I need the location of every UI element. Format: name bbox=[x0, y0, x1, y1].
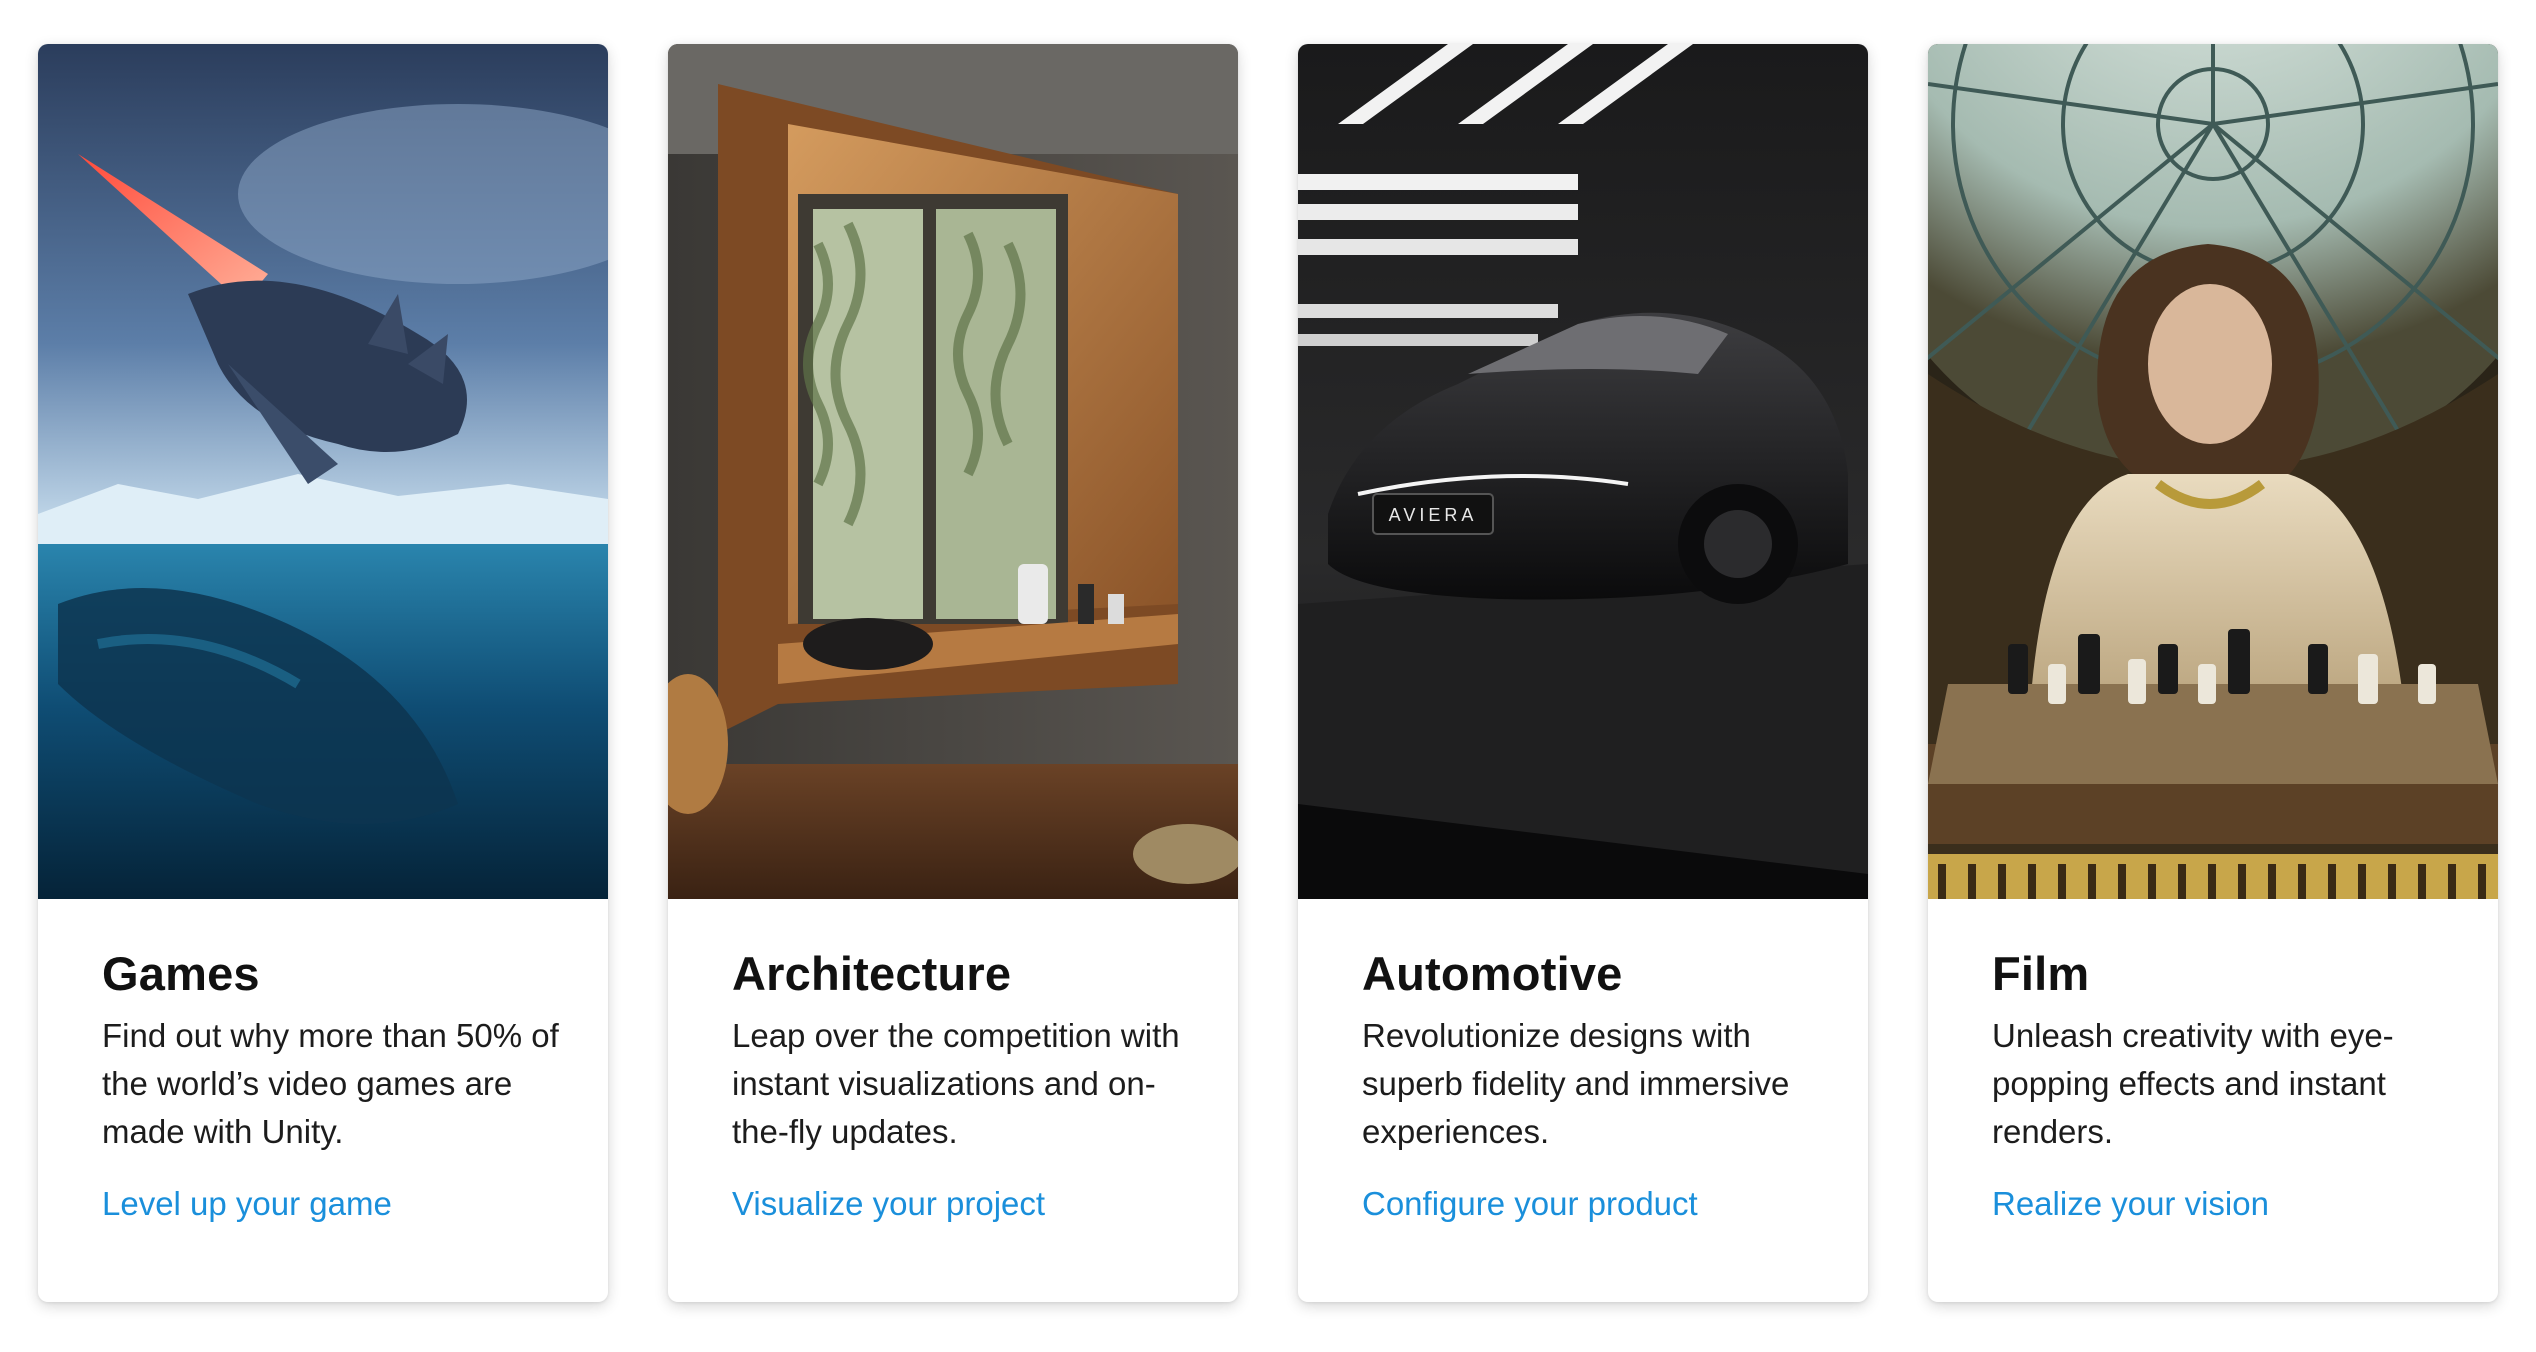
aviera-logo-text: AVIERA bbox=[1389, 505, 1478, 525]
card-description: Revolutionize designs with superb fideli… bbox=[1362, 1017, 1790, 1150]
card-title: Automotive bbox=[1362, 947, 1623, 1000]
card-title: Architecture bbox=[732, 947, 1012, 1000]
card-architecture[interactable]: Architecture Leap over the competition w… bbox=[668, 44, 1238, 1302]
card-link-level-up[interactable]: Level up your game bbox=[102, 1180, 392, 1228]
card-body: Film Unleash creativity with eye-popping… bbox=[1992, 944, 2452, 1228]
card-link-configure[interactable]: Configure your product bbox=[1362, 1180, 1698, 1228]
card-body: Architecture Leap over the competition w… bbox=[732, 944, 1192, 1228]
card-games[interactable]: Games Find out why more than 50% of the … bbox=[38, 44, 608, 1302]
automotive-image: AVIERA bbox=[1298, 44, 1868, 899]
card-title: Games bbox=[102, 947, 260, 1000]
games-image bbox=[38, 44, 608, 899]
card-title: Film bbox=[1992, 947, 2090, 1000]
card-body: Games Find out why more than 50% of the … bbox=[102, 944, 562, 1228]
industry-cards: Games Find out why more than 50% of the … bbox=[0, 0, 2536, 1352]
card-body: Automotive Revolutionize designs with su… bbox=[1362, 944, 1822, 1228]
architecture-image bbox=[668, 44, 1238, 899]
card-link-visualize[interactable]: Visualize your project bbox=[732, 1180, 1045, 1228]
card-description: Unleash creativity with eye-popping effe… bbox=[1992, 1017, 2394, 1150]
card-link-realize[interactable]: Realize your vision bbox=[1992, 1180, 2269, 1228]
card-film[interactable]: Film Unleash creativity with eye-popping… bbox=[1928, 44, 2498, 1302]
card-description: Leap over the competition with instant v… bbox=[732, 1017, 1180, 1150]
card-automotive[interactable]: AVIERA Automotive Revolutionize designs … bbox=[1298, 44, 1868, 1302]
film-image bbox=[1928, 44, 2498, 899]
card-description: Find out why more than 50% of the world’… bbox=[102, 1017, 559, 1150]
